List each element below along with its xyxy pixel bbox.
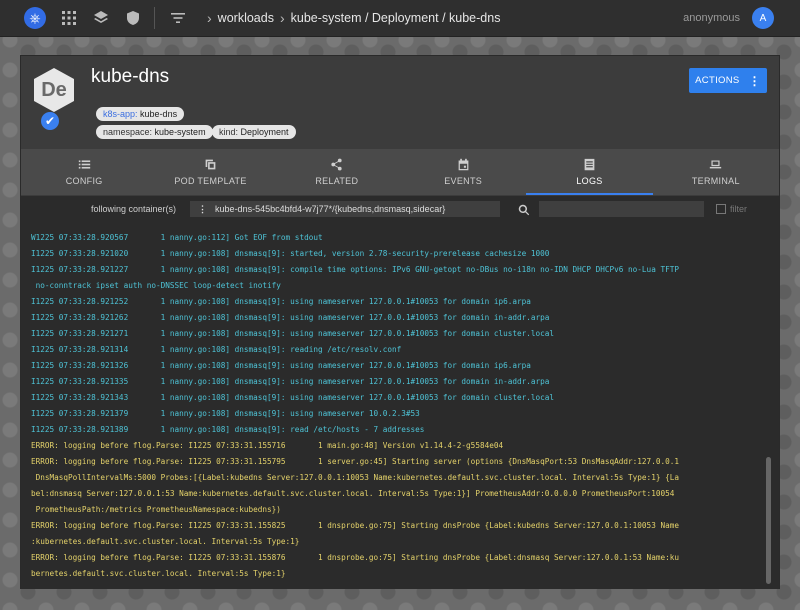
log-output[interactable]: W1225 07:33:28.920567 1 nanny.go:112] Go… (21, 222, 779, 589)
log-line: I1225 07:33:28.921343 1 nanny.go:108] dn… (31, 393, 554, 402)
badge-text: De (41, 78, 67, 101)
log-line: I1225 07:33:28.921335 1 nanny.go:108] dn… (31, 377, 550, 386)
log-line: W1225 07:33:28.920567 1 nanny.go:112] Go… (31, 233, 323, 242)
list-icon (78, 160, 90, 169)
label-chip: kind: Deployment (212, 125, 296, 139)
top-bar: ⎈ › workloads › kube-system / Deployment… (0, 0, 800, 37)
resource-card: De ✔ kube-dns k8s-app: kube-dns namespac… (20, 55, 780, 589)
tab-logs[interactable]: LOGS (526, 149, 653, 195)
shield-icon[interactable] (124, 9, 142, 27)
more-vert-icon: ⋮ (748, 73, 761, 88)
log-line: I1225 07:33:28.921252 1 nanny.go:108] dn… (31, 297, 531, 306)
container-select-value: kube-dns-545bc4bfd4-w7j77*/{kubedns,dnsm… (215, 204, 446, 214)
label-chip: k8s-app: kube-dns (96, 107, 185, 121)
log-line: I1225 07:33:28.921020 1 nanny.go:108] dn… (31, 249, 550, 258)
log-line: ERROR: logging before flog.Parse: I1225 … (31, 441, 504, 450)
following-label: following container(s) (91, 204, 177, 214)
filter-icon[interactable] (169, 9, 187, 27)
tab-terminal[interactable]: TERMINAL (653, 149, 779, 195)
filter-label: filter (730, 204, 748, 214)
tab-label: EVENTS (444, 176, 483, 186)
log-scrollbar[interactable] (766, 457, 771, 584)
calendar-icon (458, 158, 469, 171)
tab-events[interactable]: EVENTS (400, 149, 526, 195)
divider (154, 7, 155, 29)
user-name: anonymous (683, 12, 740, 24)
log-line: I1225 07:33:28.921326 1 nanny.go:108] dn… (31, 361, 531, 370)
more-vert-icon: ⋮ (198, 203, 208, 214)
tab-label: LOGS (576, 176, 603, 186)
share-icon (331, 158, 342, 171)
breadcrumb-current: kube-system / Deployment / kube-dns (290, 11, 501, 25)
page-title: kube-dns (91, 66, 170, 87)
label-value: kube-system (154, 127, 206, 137)
label-key: kind: (219, 127, 239, 137)
log-line: ERROR: logging before flog.Parse: I1225 … (31, 457, 679, 466)
laptop-icon (710, 160, 722, 169)
log-line: I1225 07:33:28.921262 1 nanny.go:108] dn… (31, 313, 550, 322)
tab-bar: CONFIG POD TEMPLATE RELATED EVENTS LOGS … (21, 149, 779, 195)
tab-label: TERMINAL (691, 176, 740, 186)
layers-icon[interactable] (92, 9, 110, 27)
log-line: I1225 07:33:28.921227 1 nanny.go:108] dn… (31, 265, 679, 274)
log-line: bel:dnsmasq Server:127.0.0.1:53 Name:kub… (31, 489, 675, 498)
chevron-right-icon: › (279, 10, 285, 26)
log-line: I1225 07:33:28.921389 1 nanny.go:108] dn… (31, 425, 425, 434)
log-line: bernetes.default.svc.cluster.local. Inte… (31, 569, 286, 578)
log-line: I1225 07:33:28.921271 1 nanny.go:108] dn… (31, 329, 554, 338)
tab-label: RELATED (315, 176, 359, 186)
log-line: no-conntrack ipset auth no-DNSSEC loop-d… (31, 281, 281, 290)
log-line: DnsMasqPollIntervalMs:5000 Probes:[{Labe… (31, 473, 679, 482)
filter-checkbox[interactable]: filter (716, 204, 747, 214)
breadcrumb-workloads[interactable]: workloads (218, 11, 274, 25)
log-line: ERROR: logging before flog.Parse: I1225 … (31, 521, 679, 530)
label-chip: namespace: kube-system (96, 125, 213, 139)
template-icon (205, 159, 216, 170)
resource-header: De ✔ kube-dns k8s-app: kube-dns namespac… (21, 56, 779, 149)
actions-label: ACTIONS (695, 75, 740, 86)
check-circle-icon: ✔ (41, 112, 59, 130)
log-line: :kubernetes.default.svc.cluster.local. I… (31, 537, 300, 546)
label-value: kube-dns (140, 109, 178, 119)
container-select[interactable]: ⋮ kube-dns-545bc4bfd4-w7j77*/{kubedns,dn… (190, 201, 501, 217)
log-line: I1225 07:33:28.921379 1 nanny.go:108] dn… (31, 409, 420, 418)
log-toolbar: following container(s) ⋮ kube-dns-545bc4… (21, 196, 779, 222)
label-value: Deployment (240, 127, 289, 137)
tab-config[interactable]: CONFIG (21, 149, 147, 195)
checkbox[interactable] (716, 204, 727, 214)
tab-label: CONFIG (65, 176, 103, 186)
tab-related[interactable]: RELATED (274, 149, 400, 195)
chevron-right-icon: › (207, 10, 212, 26)
breadcrumb: › workloads › kube-system / Deployment /… (201, 10, 500, 26)
resource-kind-badge: De (31, 67, 77, 113)
label-key: k8s-app: (103, 109, 138, 119)
log-line: PrometheusPath:/metrics PrometheusNamesp… (31, 505, 281, 514)
log-search-input[interactable] (539, 201, 705, 217)
logs-icon (584, 158, 595, 171)
tab-pod-template[interactable]: POD TEMPLATE (147, 149, 273, 195)
log-line: I1225 07:33:28.921314 1 nanny.go:108] dn… (31, 345, 402, 354)
actions-button[interactable]: ACTIONS ⋮ (689, 68, 767, 93)
tab-label: POD TEMPLATE (174, 176, 247, 186)
kubernetes-icon[interactable]: ⎈ (24, 7, 46, 29)
search-icon[interactable] (518, 203, 530, 216)
label-key: namespace: (103, 127, 153, 137)
apps-grid-icon[interactable] (60, 9, 78, 27)
avatar[interactable]: A (752, 7, 774, 29)
log-line: ERROR: logging before flog.Parse: I1225 … (31, 553, 679, 562)
user-menu[interactable]: anonymous A (683, 7, 774, 29)
